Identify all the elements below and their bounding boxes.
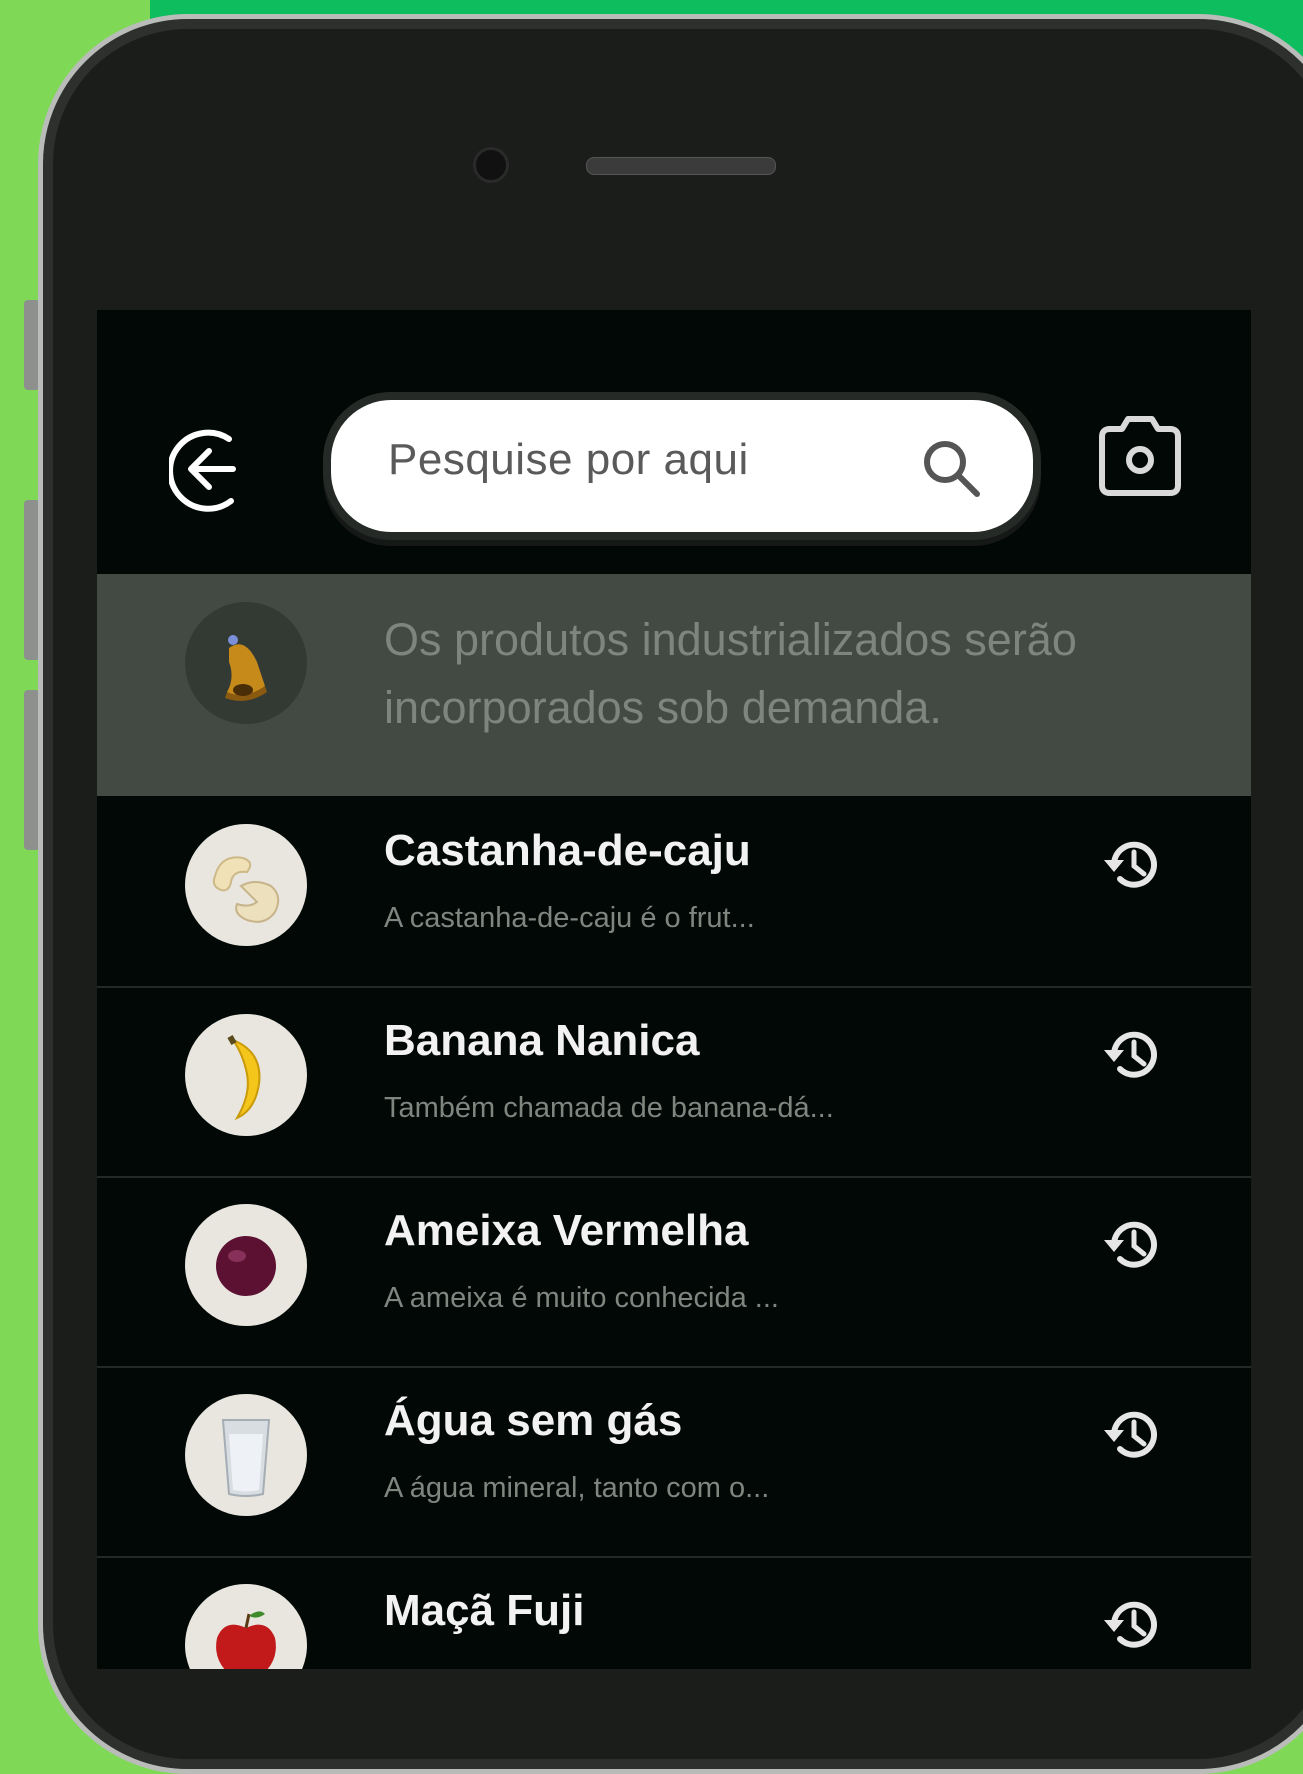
banana-icon [227,1035,261,1121]
plum-icon [216,1236,276,1296]
front-camera [473,147,509,183]
history-icon[interactable] [1102,1404,1164,1466]
bell-icon [225,635,267,701]
cashew-icon [212,856,280,923]
apple-icon [216,1611,276,1669]
search-icon[interactable] [921,438,983,500]
notice-avatar [185,602,307,724]
product-name: Água sem gás [384,1396,683,1445]
product-thumbnail [185,824,307,946]
earpiece-speaker [586,157,776,175]
product-thumbnail [185,1014,307,1136]
list-item[interactable]: Castanha-de-caju A castanha-de-caju é o … [97,796,1251,988]
product-description: A castanha-de-caju é o frut... [384,902,755,934]
product-name: Castanha-de-caju [384,826,751,875]
water-glass-icon [221,1419,271,1497]
info-notice: Os produtos industrializados serão incor… [97,574,1251,796]
list-item[interactable]: Água sem gás A água mineral, tanto com o… [97,1366,1251,1558]
notice-message: Os produtos industrializados serão incor… [384,614,1077,733]
product-name: Banana Nanica [384,1016,700,1065]
list-item[interactable]: Banana Nanica Também chamada de banana-d… [97,986,1251,1178]
list-item[interactable]: Ameixa Vermelha A ameixa é muito conheci… [97,1176,1251,1368]
search-bar[interactable]: Pesquise por aqui [331,400,1033,532]
search-input[interactable]: Pesquise por aqui [388,435,749,485]
product-thumbnail [185,1584,307,1669]
history-icon[interactable] [1102,1594,1164,1656]
product-thumbnail [185,1204,307,1326]
app-screen: Pesquise por aqui Os produtos industrial… [97,310,1251,1669]
history-icon[interactable] [1102,1024,1164,1086]
back-arrow-icon[interactable] [169,425,257,513]
history-icon[interactable] [1102,1214,1164,1276]
product-description: A ameixa é muito conhecida ... [384,1282,779,1314]
product-name: Maçã Fuji [384,1586,585,1635]
product-name: Ameixa Vermelha [384,1206,749,1255]
product-description: A água mineral, tanto com o... [384,1472,770,1504]
product-description: Também chamada de banana-dá... [384,1092,834,1124]
history-icon[interactable] [1102,834,1164,896]
camera-icon[interactable] [1094,415,1186,499]
product-thumbnail [185,1394,307,1516]
list-item[interactable]: Maçã Fuji [97,1556,1251,1669]
